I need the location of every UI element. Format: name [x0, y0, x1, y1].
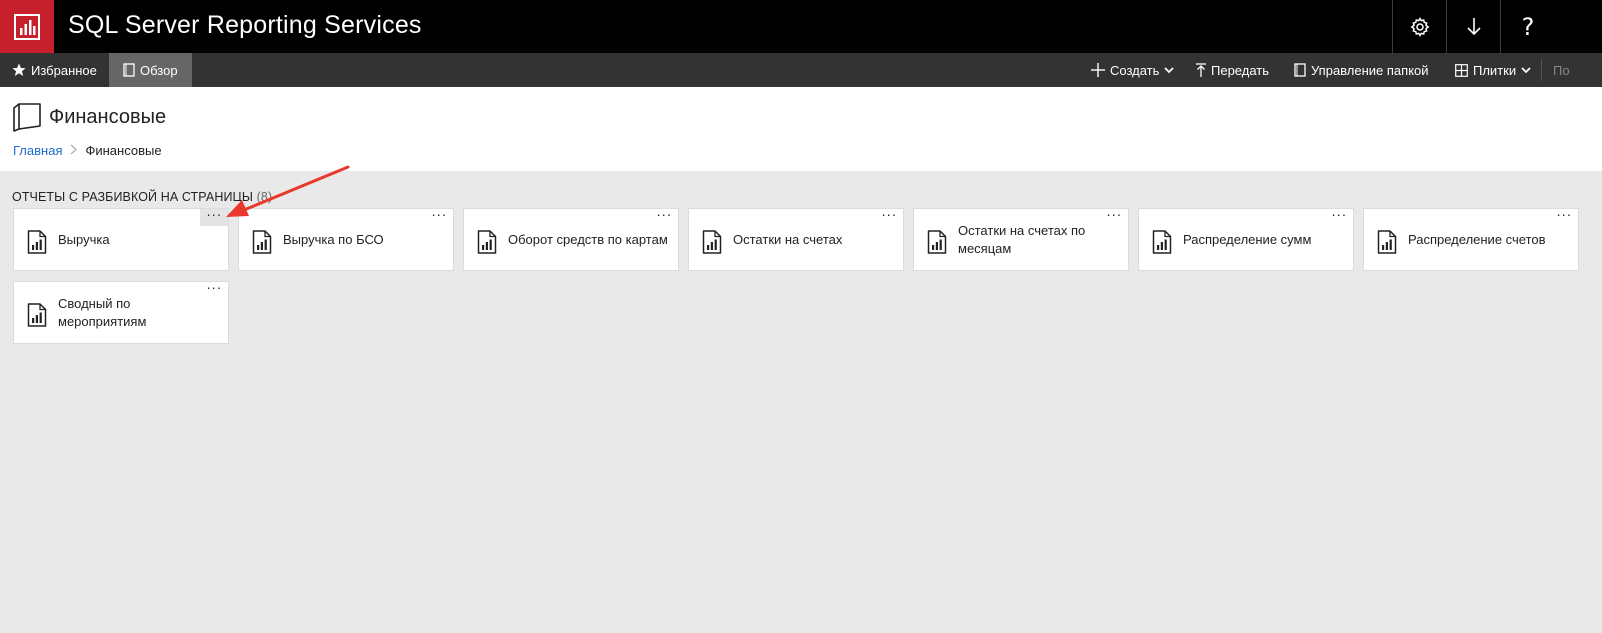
help-icon: ? — [1521, 12, 1535, 41]
upload-icon — [1196, 63, 1206, 77]
report-tile[interactable]: Сводный по мероприятиям ··· — [13, 279, 229, 344]
tile-more-menu-button[interactable]: ··· — [200, 279, 228, 299]
report-tile[interactable]: Остатки на счетах по месяцам ··· — [913, 206, 1129, 271]
more-dots-icon: ··· — [1556, 206, 1572, 222]
top-bar: SQL Server Reporting Services ? — [0, 0, 1602, 53]
report-icon — [927, 230, 947, 254]
more-dots-icon: ··· — [431, 206, 447, 222]
folder-icon — [13, 103, 41, 132]
report-icon — [477, 230, 497, 254]
more-dots-icon: ··· — [1106, 206, 1122, 222]
more-dots-icon: ··· — [656, 206, 672, 222]
report-icon — [702, 230, 722, 254]
nav-browse[interactable]: Обзор — [109, 53, 192, 87]
page-title: Финансовые — [49, 106, 167, 128]
report-tile-label: Распределение счетов — [1408, 231, 1546, 247]
tiles-icon — [1455, 63, 1468, 77]
page-icon — [123, 63, 135, 77]
plus-icon — [1091, 63, 1105, 77]
view-tiles-button[interactable]: Плитки — [1455, 53, 1531, 87]
chevron-down-icon — [1164, 66, 1175, 73]
report-icon — [1152, 230, 1172, 254]
more-dots-icon: ··· — [206, 279, 222, 295]
report-tile-label: Оборот средств по картам — [508, 231, 668, 247]
page-icon — [1294, 63, 1306, 77]
report-icon — [1377, 230, 1397, 254]
more-dots-icon: ··· — [206, 206, 222, 222]
tile-more-menu-button[interactable]: ··· — [650, 206, 678, 226]
tile-more-menu-button[interactable]: ··· — [875, 206, 903, 226]
download-icon — [1467, 17, 1481, 35]
tile-more-menu-button[interactable]: ··· — [1550, 206, 1578, 226]
annotation-arrow — [226, 165, 350, 217]
upload-button[interactable]: Передать — [1196, 53, 1269, 87]
page-header: Финансовые Главная Финансовые — [0, 87, 1602, 171]
chevron-right-icon — [70, 144, 78, 158]
tile-more-menu-button[interactable]: ··· — [1100, 206, 1128, 226]
report-tile[interactable]: Распределение счетов ··· — [1363, 206, 1579, 271]
section-title-text: ОТЧЕТЫ С РАЗБИВКОЙ НА СТРАНИЦЫ — [12, 190, 254, 204]
tile-more-menu-button[interactable]: ··· — [1325, 206, 1353, 226]
breadcrumb: Главная Финансовые — [13, 143, 162, 158]
report-tile-label: Сводный по мероприятиям — [58, 295, 147, 329]
ssrs-logo-icon[interactable] — [0, 0, 54, 53]
nav-favorites[interactable]: Избранное — [12, 53, 97, 87]
breadcrumb-current: Финансовые — [85, 143, 162, 158]
report-tile-label: Остатки на счетах по месяцам — [958, 222, 1086, 256]
download-button[interactable] — [1446, 0, 1501, 53]
gear-icon — [1410, 16, 1430, 37]
new-button-label: Создать — [1110, 62, 1160, 78]
settings-button[interactable] — [1392, 0, 1447, 53]
report-tile[interactable]: Оборот средств по картам ··· — [463, 206, 679, 271]
nav-divider — [1541, 59, 1542, 81]
report-tile[interactable]: Выручка ··· — [13, 206, 229, 271]
nav-bar: Избранное Обзор Создать Передать Управле… — [0, 53, 1602, 87]
report-icon — [27, 303, 47, 327]
nav-favorites-label: Избранное — [31, 62, 97, 78]
report-tile-label: Распределение сумм — [1183, 231, 1312, 247]
star-icon — [12, 63, 26, 76]
more-dots-icon: ··· — [881, 206, 897, 222]
chevron-down-icon — [1521, 66, 1531, 73]
breadcrumb-home-link[interactable]: Главная — [13, 143, 62, 158]
more-dots-icon: ··· — [1331, 206, 1347, 222]
report-tile[interactable]: Распределение сумм ··· — [1138, 206, 1354, 271]
report-tile[interactable]: Остатки на счетах ··· — [688, 206, 904, 271]
report-tile-label: Выручка — [58, 231, 110, 247]
search-input[interactable]: По — [1553, 53, 1570, 87]
view-tiles-label: Плитки — [1473, 62, 1517, 78]
report-icon — [27, 230, 47, 254]
help-button[interactable]: ? — [1500, 0, 1555, 53]
nav-browse-label: Обзор — [140, 62, 178, 78]
app-title: SQL Server Reporting Services — [68, 11, 422, 39]
new-button[interactable]: Создать — [1091, 53, 1175, 87]
tile-more-menu-button[interactable]: ··· — [425, 206, 453, 226]
manage-folder-button[interactable]: Управление папкой — [1294, 53, 1429, 87]
report-tile-label: Остатки на счетах — [733, 231, 843, 247]
manage-folder-label: Управление папкой — [1311, 62, 1429, 78]
upload-button-label: Передать — [1211, 62, 1270, 78]
report-icon — [252, 230, 272, 254]
search-placeholder: По — [1553, 62, 1570, 78]
